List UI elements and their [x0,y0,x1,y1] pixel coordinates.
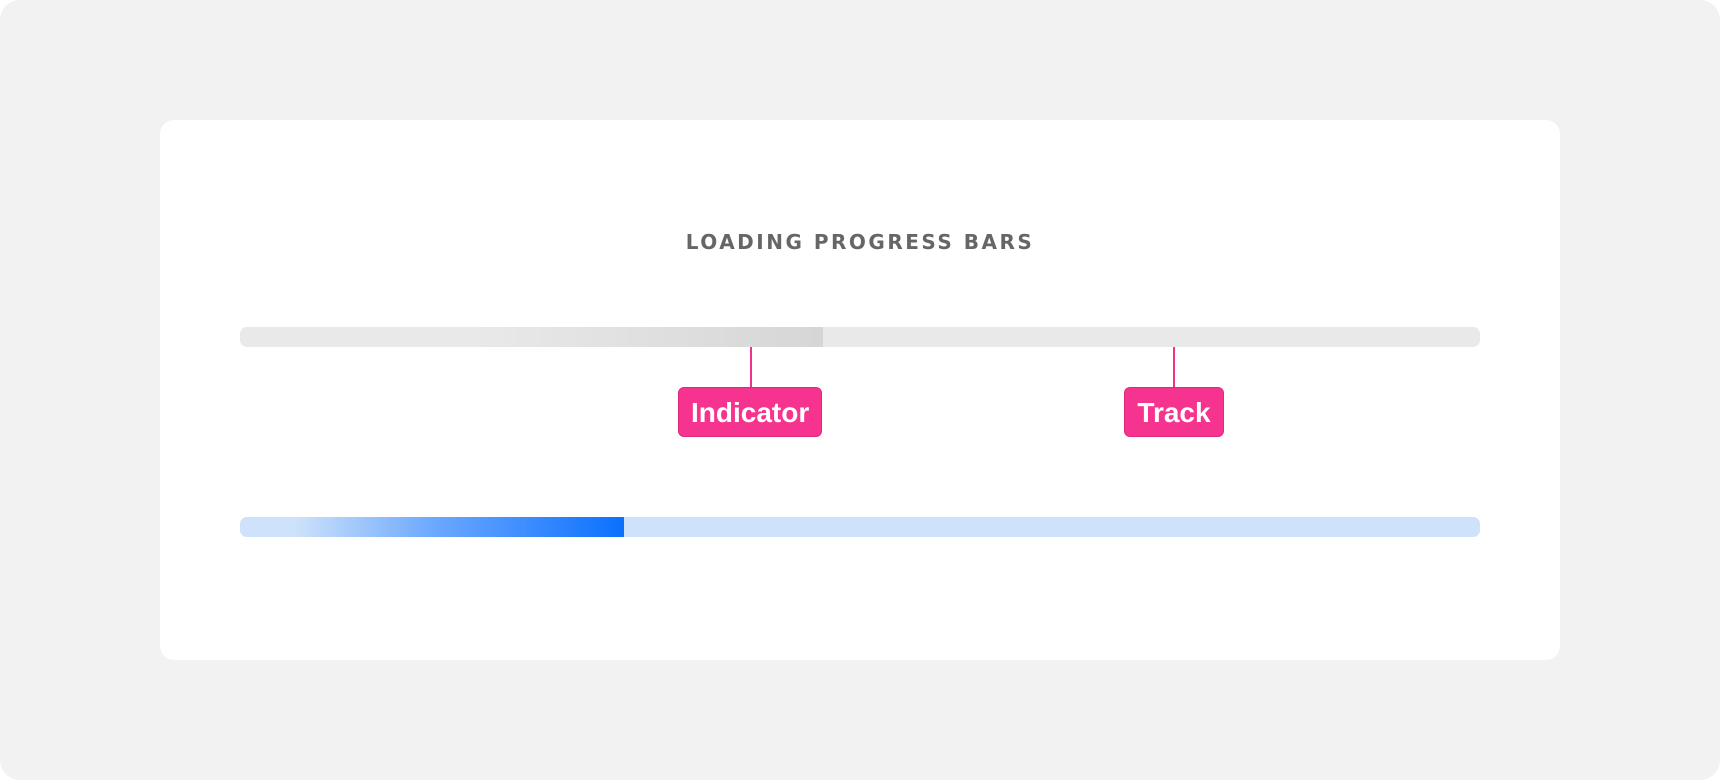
progress-indicator-blue [240,517,625,537]
diagram-card: LOADING PROGRESS BARS Indicator Track [160,120,1560,660]
progress-track-blue [240,517,1480,537]
indicator-callout-label: Indicator [678,387,822,437]
diagram-title: LOADING PROGRESS BARS [685,230,1035,254]
progress-track-gray [240,327,1480,347]
indicator-callout-line [750,347,752,387]
progress-indicator-gray [240,327,823,347]
canvas-background: LOADING PROGRESS BARS Indicator Track [0,0,1720,780]
track-callout-line [1173,347,1175,387]
track-callout-label: Track [1124,387,1224,437]
